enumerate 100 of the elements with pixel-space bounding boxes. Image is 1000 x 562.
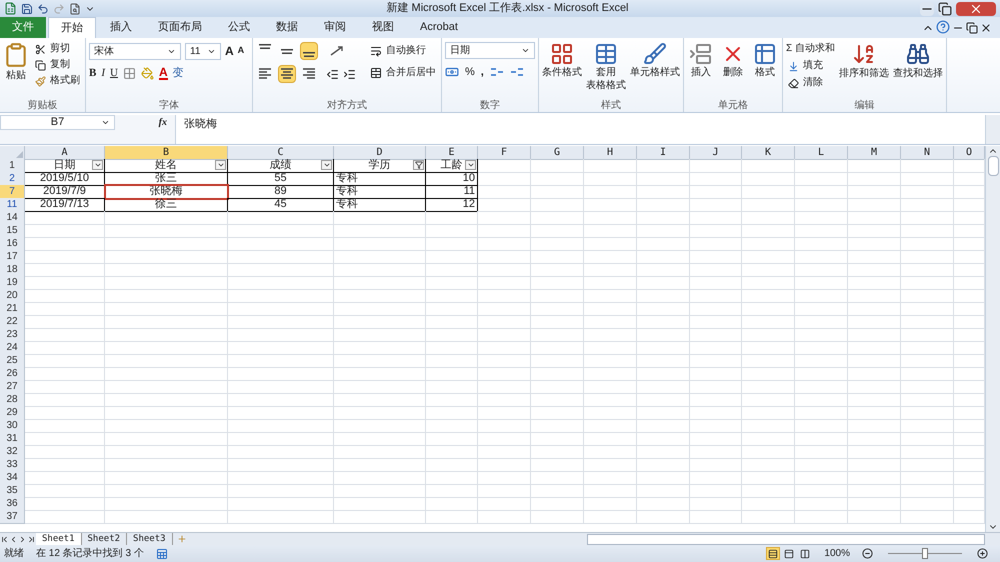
row-header[interactable]: 15 — [0, 224, 25, 238]
row-header[interactable]: 23 — [0, 328, 25, 342]
column-header[interactable]: M — [848, 146, 901, 160]
sheet-tab[interactable]: Sheet1 — [36, 532, 82, 546]
row-header[interactable]: 27 — [0, 380, 25, 394]
sort-filter-button[interactable]: 排序和筛选 — [838, 42, 889, 81]
undo-icon[interactable] — [37, 2, 49, 14]
row-header[interactable]: 30 — [0, 419, 25, 433]
shrink-font-button[interactable]: A — [238, 44, 244, 58]
style-button[interactable]: 套用 表格格式 — [586, 42, 626, 92]
filter-button[interactable] — [413, 160, 424, 170]
row-header[interactable]: 31 — [0, 432, 25, 446]
underline-button[interactable]: U — [110, 65, 118, 82]
font-size-field[interactable]: 11 — [185, 42, 221, 60]
zoom-slider[interactable] — [885, 548, 965, 559]
row-header[interactable]: 29 — [0, 406, 25, 420]
ribbon-tab[interactable]: 视图 — [360, 17, 406, 38]
row-header[interactable]: 2 — [0, 172, 25, 186]
first-sheet-icon[interactable] — [0, 534, 9, 544]
zoom-out-icon[interactable] — [862, 548, 873, 559]
clear-button[interactable]: 清除 — [786, 76, 835, 90]
formula-field[interactable]: 张晓梅 — [175, 115, 985, 144]
ribbon-tab[interactable]: 插入 — [98, 17, 144, 38]
style-button[interactable]: 单元格样式 — [630, 42, 680, 79]
vertical-scrollbar[interactable] — [985, 146, 1000, 532]
paste-button[interactable]: 粘贴 — [3, 42, 29, 83]
row-header[interactable]: 32 — [0, 445, 25, 459]
vertical-align-button[interactable] — [300, 42, 318, 60]
grow-font-button[interactable]: A — [225, 42, 234, 60]
row-header[interactable]: 22 — [0, 315, 25, 329]
restore-icon[interactable] — [938, 2, 952, 16]
row-header[interactable]: 35 — [0, 484, 25, 498]
column-header[interactable]: H — [584, 146, 637, 160]
phonetic-button[interactable]: 变 — [172, 65, 184, 82]
increase-decimal-icon[interactable] — [490, 66, 504, 78]
column-header[interactable]: J — [690, 146, 742, 160]
row-header[interactable]: 25 — [0, 354, 25, 368]
column-header[interactable]: B — [105, 146, 228, 160]
name-box[interactable]: B7 — [0, 115, 115, 130]
decrease-decimal-icon[interactable] — [510, 66, 524, 78]
ribbon-tab[interactable]: 审阅 — [312, 17, 358, 38]
row-header[interactable]: 21 — [0, 302, 25, 316]
ribbon-tab[interactable]: Acrobat — [408, 17, 470, 38]
last-sheet-icon[interactable] — [27, 534, 36, 544]
column-header[interactable]: N — [901, 146, 954, 160]
save-icon[interactable] — [21, 2, 33, 14]
font-name-field[interactable]: 宋体 — [89, 42, 181, 60]
fill-color-icon[interactable] — [140, 66, 154, 80]
italic-button[interactable]: I — [101, 65, 106, 82]
function-label[interactable]: fx — [115, 115, 175, 144]
column-header[interactable]: F — [478, 146, 531, 160]
bold-button[interactable]: B — [89, 65, 96, 82]
autosum-button[interactable]: Σ 自动求和 — [786, 42, 835, 56]
ribbon-tab[interactable]: 数据 — [264, 17, 310, 38]
row-header[interactable]: 19 — [0, 276, 25, 290]
row-header[interactable]: 18 — [0, 263, 25, 277]
row-header[interactable]: 14 — [0, 211, 25, 225]
copy-button[interactable]: 复制 — [33, 58, 82, 72]
column-header[interactable]: D — [334, 146, 426, 160]
row-header[interactable]: 20 — [0, 289, 25, 303]
ribbon-tab[interactable]: 公式 — [216, 17, 262, 38]
cell-button[interactable]: 删除 — [719, 42, 747, 79]
macro-record-icon[interactable] — [156, 548, 168, 560]
cut-button[interactable]: 剪切 — [33, 42, 82, 56]
format-painter-button[interactable]: 格式刷 — [33, 74, 82, 88]
row-header[interactable]: 24 — [0, 341, 25, 355]
help-icon[interactable] — [936, 20, 950, 34]
next-sheet-icon[interactable] — [18, 534, 27, 544]
row-header[interactable]: 11 — [0, 198, 25, 212]
scrollbar[interactable] — [985, 115, 1000, 144]
row-header[interactable]: 17 — [0, 250, 25, 264]
print-preview-icon[interactable] — [69, 2, 81, 14]
file-tab[interactable]: 文件 — [0, 17, 46, 38]
increase-indent-icon[interactable] — [343, 68, 356, 80]
view-button[interactable] — [766, 547, 780, 560]
comma-button[interactable]: , — [480, 64, 484, 80]
horizontal-scrollbar[interactable] — [586, 534, 985, 544]
column-header[interactable]: K — [742, 146, 795, 160]
row-header[interactable]: 34 — [0, 471, 25, 485]
column-header[interactable]: G — [531, 146, 584, 160]
row-header[interactable]: 28 — [0, 393, 25, 407]
find-select-button[interactable]: 查找和选择 — [892, 42, 943, 81]
style-button[interactable]: 条件格式 — [542, 42, 582, 79]
row-header[interactable]: 7 — [0, 185, 25, 199]
ribbon-tab[interactable]: 页面布局 — [146, 17, 214, 38]
merge-center-button[interactable]: 合并后居中 — [368, 66, 438, 80]
column-header[interactable]: C — [228, 146, 334, 160]
horizontal-align-button[interactable] — [278, 65, 296, 83]
orientation-icon[interactable] — [330, 46, 344, 56]
scroll-thumb[interactable] — [988, 156, 998, 176]
close-icon[interactable] — [980, 22, 992, 34]
minimize-icon[interactable] — [920, 2, 934, 16]
decrease-indent-icon[interactable] — [326, 68, 339, 80]
zoom-in-icon[interactable] — [977, 548, 988, 559]
cell-button[interactable]: 插入 — [687, 42, 715, 79]
row-header[interactable]: 37 — [0, 510, 25, 524]
row-header[interactable]: 36 — [0, 497, 25, 511]
restore-icon[interactable] — [966, 22, 978, 34]
percent-button[interactable]: % — [465, 64, 475, 80]
row-header[interactable]: 1 — [0, 159, 25, 173]
